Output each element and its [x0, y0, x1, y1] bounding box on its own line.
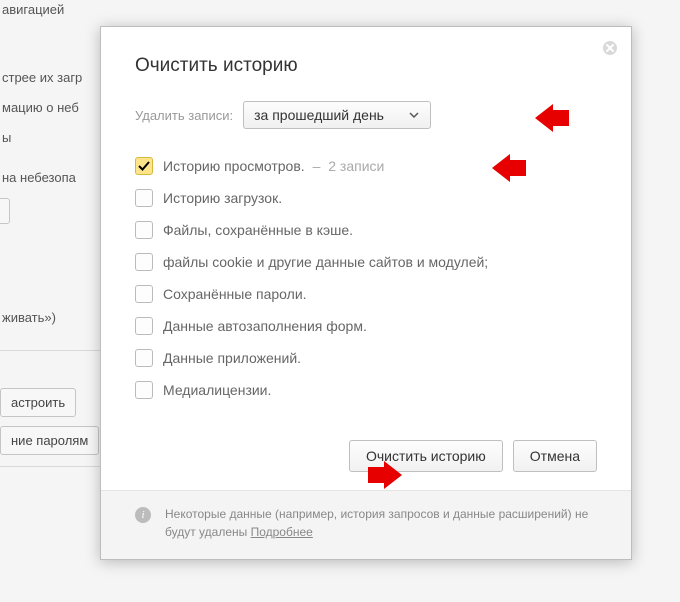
- bg-text: на небезопа: [2, 170, 76, 185]
- time-range-value: за прошедший день: [254, 107, 384, 123]
- checkbox-label: Историю просмотров.: [163, 158, 305, 174]
- checkbox-label: Историю загрузок.: [163, 190, 282, 206]
- dialog-body: Очистить историю Удалить записи: за прош…: [101, 27, 631, 432]
- bg-button-fragment[interactable]: [0, 198, 10, 224]
- checkbox-download-history[interactable]: Историю загрузок.: [135, 189, 597, 207]
- bg-text: ы: [2, 130, 11, 145]
- dash: –: [313, 158, 321, 174]
- checkbox-icon: [135, 221, 153, 239]
- dialog-footer: i Некоторые данные (например, история за…: [101, 490, 631, 559]
- bg-text: авигацией: [2, 2, 64, 17]
- time-range-select[interactable]: за прошедший день: [243, 101, 431, 129]
- checkbox-label: Медиалицензии.: [163, 382, 271, 398]
- close-icon[interactable]: [599, 37, 621, 59]
- checkbox-browsing-history[interactable]: Историю просмотров. – 2 записи: [135, 157, 597, 175]
- checkbox-app-data[interactable]: Данные приложений.: [135, 349, 597, 367]
- checkbox-label: Файлы, сохранённые в кэше.: [163, 222, 353, 238]
- checkbox-icon: [135, 189, 153, 207]
- bg-button-passwords[interactable]: ние паролям: [0, 426, 99, 455]
- checkbox-cached-files[interactable]: Файлы, сохранённые в кэше.: [135, 221, 597, 239]
- dialog-title: Очистить историю: [135, 55, 597, 77]
- clear-history-dialog: Очистить историю Удалить записи: за прош…: [100, 26, 632, 560]
- checkbox-saved-passwords[interactable]: Сохранённые пароли.: [135, 285, 597, 303]
- checkbox-icon: [135, 381, 153, 399]
- checkbox-label: Сохранённые пароли.: [163, 286, 307, 302]
- info-icon: i: [135, 507, 151, 523]
- checkbox-sublabel: 2 записи: [328, 158, 384, 174]
- bg-text: стрее их загр: [2, 70, 82, 85]
- bg-text: мацию о неб: [2, 100, 79, 115]
- time-range-label: Удалить записи:: [135, 108, 233, 123]
- checkbox-label: файлы cookie и другие данные сайтов и мо…: [163, 254, 488, 270]
- clear-history-button[interactable]: Очистить историю: [349, 440, 503, 472]
- cancel-button[interactable]: Отмена: [513, 440, 597, 472]
- checkbox-label: Данные приложений.: [163, 350, 301, 366]
- bg-text: живать»): [2, 310, 56, 325]
- checkbox-media-licenses[interactable]: Медиалицензии.: [135, 381, 597, 399]
- checkbox-icon: [135, 349, 153, 367]
- learn-more-link[interactable]: Подробнее: [251, 525, 313, 539]
- footer-text: Некоторые данные (например, история запр…: [165, 505, 597, 541]
- checkbox-autofill[interactable]: Данные автозаполнения форм.: [135, 317, 597, 335]
- dialog-actions: Очистить историю Отмена: [101, 432, 631, 490]
- checkbox-list: Историю просмотров. – 2 записи Историю з…: [135, 157, 597, 399]
- bg-button-settings[interactable]: астроить: [0, 388, 76, 417]
- checkbox-icon: [135, 317, 153, 335]
- checkbox-cookies[interactable]: файлы cookie и другие данные сайтов и мо…: [135, 253, 597, 271]
- checkbox-icon: [135, 285, 153, 303]
- checkbox-label: Данные автозаполнения форм.: [163, 318, 367, 334]
- time-range-row: Удалить записи: за прошедший день: [135, 101, 597, 129]
- chevron-down-icon: [408, 109, 420, 121]
- checkbox-icon: [135, 253, 153, 271]
- checkbox-icon: [135, 157, 153, 175]
